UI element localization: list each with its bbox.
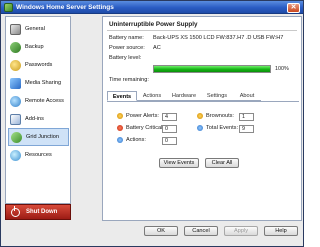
brownouts-label: Brownouts: — [206, 113, 234, 119]
battery-level-label: Battery level: — [109, 55, 142, 61]
shut-down-label: Shut Down — [26, 209, 58, 215]
battery-critical-value: 0 — [162, 125, 177, 133]
cancel-button[interactable]: Cancel — [184, 226, 218, 236]
events-tab-panel: Power Alerts: 4 Battery Critical: 0 Acti… — [107, 101, 299, 220]
window-title: Windows Home Server Settings — [16, 4, 114, 11]
sidebar-item-label: Add-ins — [25, 116, 44, 122]
power-alerts-value: 4 — [162, 113, 177, 121]
sidebar-item-label: Remote Access — [25, 98, 64, 104]
battery-level-fill — [154, 66, 270, 72]
total-events-value: 9 — [239, 125, 254, 133]
power-alerts-stat: Power Alerts: — [117, 113, 159, 119]
sidebar-item-backup[interactable]: Backup — [8, 38, 69, 56]
add-ins-icon — [10, 113, 21, 125]
backup-icon — [10, 41, 21, 53]
home-server-icon — [4, 3, 13, 12]
tab-bar: Events Actions Hardware Settings About — [107, 91, 299, 101]
tab-settings[interactable]: Settings — [201, 91, 233, 101]
shut-down-button[interactable]: Shut Down — [5, 204, 71, 220]
sidebar-item-grid-junction[interactable]: Grid Junction — [8, 128, 69, 146]
brownouts-stat: Brownouts: — [197, 113, 234, 119]
battery-level-bar — [153, 65, 271, 73]
power-alerts-label: Power Alerts: — [126, 113, 159, 119]
tab-hardware[interactable]: Hardware — [167, 91, 201, 101]
resources-icon — [10, 149, 21, 161]
sidebar-item-label: General — [25, 26, 45, 32]
sidebar-item-media-sharing[interactable]: Media Sharing — [8, 74, 69, 92]
general-icon — [10, 23, 21, 35]
tab-events[interactable]: Events — [107, 91, 137, 101]
media-sharing-icon — [10, 77, 21, 89]
settings-window: Windows Home Server Settings ✕ General B… — [0, 0, 304, 247]
sidebar-item-add-ins[interactable]: Add-ins — [8, 110, 69, 128]
close-button[interactable]: ✕ — [287, 2, 300, 13]
sidebar-item-remote-access[interactable]: Remote Access — [8, 92, 69, 110]
passwords-icon — [10, 59, 21, 71]
actions-icon — [117, 137, 123, 143]
sidebar-item-resources[interactable]: Resources — [8, 146, 69, 164]
sidebar-item-general[interactable]: General — [8, 20, 69, 38]
battery-critical-stat: Battery Critical: — [117, 125, 164, 131]
total-events-label: Total Events: — [206, 125, 239, 131]
page-title: Uninterruptible Power Supply — [109, 21, 198, 28]
sidebar-item-label: Passwords — [25, 62, 53, 68]
brownouts-value: 1 — [239, 113, 254, 121]
apply-button[interactable]: Apply — [224, 226, 258, 236]
actions-label: Actions: — [126, 137, 146, 143]
title-bar[interactable]: Windows Home Server Settings ✕ — [1, 1, 303, 14]
help-button[interactable]: Help — [264, 226, 298, 236]
battery-level-percent: 100% — [275, 66, 289, 72]
power-source-label: Power source: — [109, 45, 145, 51]
battery-name-value: Back-UPS XS 1500 LCD FW:837.H7 .D USB FW… — [153, 35, 284, 41]
ups-panel: Uninterruptible Power Supply Battery nam… — [102, 16, 302, 221]
power-alert-icon — [117, 113, 123, 119]
sidebar-item-label: Media Sharing — [25, 80, 62, 86]
tab-about[interactable]: About — [233, 91, 261, 101]
power-icon — [11, 205, 20, 217]
actions-stat: Actions: — [117, 137, 146, 143]
battery-critical-icon — [117, 125, 123, 131]
ok-button[interactable]: OK — [144, 226, 178, 236]
brownout-icon — [197, 113, 203, 119]
sidebar-item-label: Backup — [25, 44, 44, 50]
time-remaining-label: Time remaining: — [109, 77, 149, 83]
divider — [107, 30, 297, 31]
sidebar-item-passwords[interactable]: Passwords — [8, 56, 69, 74]
battery-critical-label: Battery Critical: — [126, 125, 164, 131]
tab-actions[interactable]: Actions — [137, 91, 167, 101]
power-source-value: AC — [153, 45, 161, 51]
battery-name-label: Battery name: — [109, 35, 144, 41]
view-events-button[interactable]: View Events — [159, 158, 199, 168]
sidebar: General Backup Passwords Media Sharing R… — [5, 16, 71, 204]
actions-value: 0 — [162, 137, 177, 145]
sidebar-item-label: Resources — [25, 152, 52, 158]
total-events-icon — [197, 125, 203, 131]
sidebar-item-label: Grid Junction — [26, 134, 59, 140]
total-events-stat: Total Events: — [197, 125, 238, 131]
remote-access-icon — [10, 95, 21, 107]
clear-all-button[interactable]: Clear All — [205, 158, 239, 168]
grid-junction-icon — [11, 131, 22, 143]
